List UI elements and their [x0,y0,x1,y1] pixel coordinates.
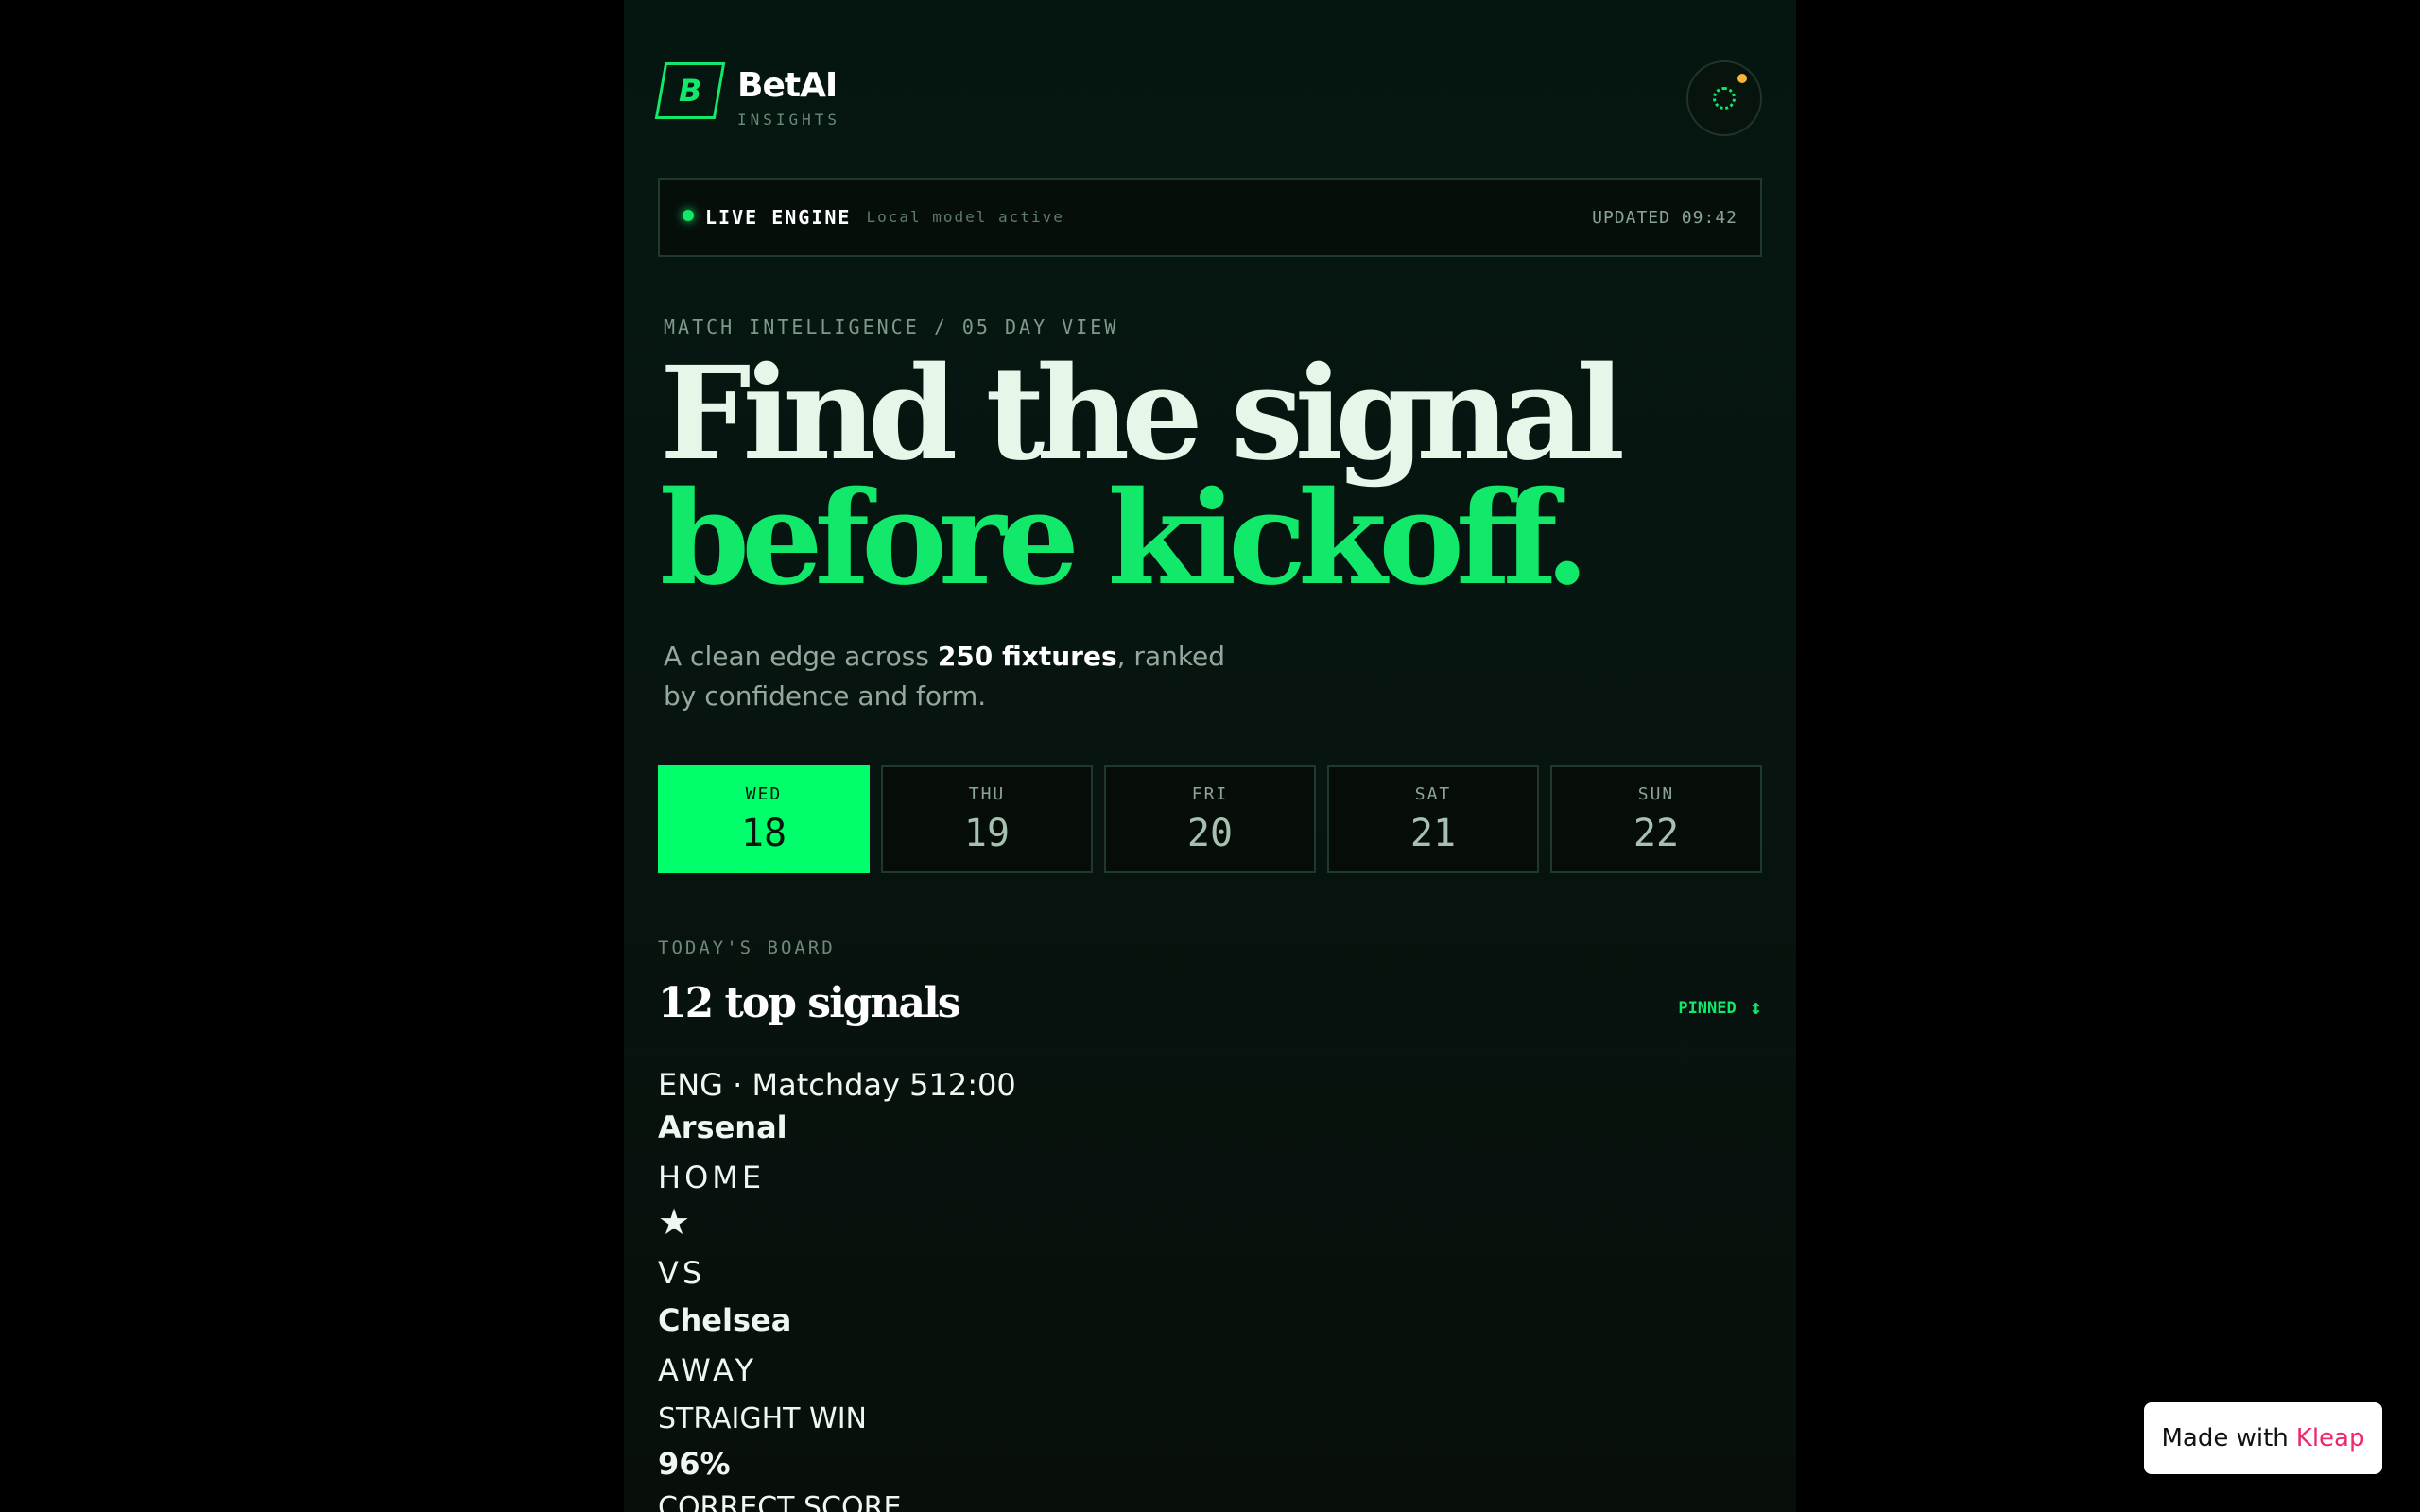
engine-status-bar: LIVE ENGINE Local model active UPDATED 0… [658,178,1762,257]
day-tab-thu[interactable]: THU 19 [881,765,1093,873]
day-number: 19 [963,811,1011,855]
live-dot-icon [683,210,694,221]
brand-name: BetAI [737,66,838,105]
board-title: 12 top signals [658,979,961,1027]
made-with-badge[interactable]: Made with Kleap [2144,1402,2382,1474]
day-name: THU [968,783,1006,804]
match-card[interactable]: ENG · Matchday 512:00 Arsenal HOME ★ VS … [658,1064,1016,1512]
hero-lede: A clean edge across 250 fixtures, ranked… [664,637,1250,716]
day-number: 21 [1409,811,1457,855]
home-team: Arsenal [658,1109,787,1145]
confidence-value: 96% [658,1446,731,1482]
sort-label: PINNED [1678,998,1737,1018]
badge-prefix: Made with [2161,1424,2289,1452]
away-label: AWAY [658,1352,757,1388]
day-tab-fri[interactable]: FRI 20 [1104,765,1316,873]
status-button[interactable] [1686,60,1762,136]
lede-bold: 250 fixtures [937,641,1117,672]
board-label: TODAY'S BOARD [658,937,836,958]
hero-kicker: MATCH INTELLIGENCE / 05 DAY VIEW [664,316,1119,338]
badge-brand: Kleap [2295,1424,2365,1452]
brand[interactable]: B BetAI INSIGHTS [654,62,840,129]
sort-arrows-icon: ↕ [1749,996,1762,1020]
away-team: Chelsea [658,1302,792,1338]
day-name: SUN [1637,783,1675,804]
pick-type-2: CORRECT SCORE [658,1491,902,1512]
brand-subtitle: INSIGHTS [737,111,841,129]
day-name: WED [745,783,783,804]
app-column: B BetAI INSIGHTS LIVE ENGINE Local model… [624,0,1796,1512]
day-number: 20 [1186,811,1234,855]
engine-updated: UPDATED 09:42 [1592,207,1737,228]
logo-icon: B [654,62,726,119]
match-meta: ENG · Matchday 512:00 [658,1067,1016,1103]
brand-text: BetAI INSIGHTS [737,66,840,129]
logo-letter: B [678,73,702,109]
day-tab-sat[interactable]: SAT 21 [1327,765,1539,873]
engine-title: LIVE ENGINE [705,206,852,229]
engine-subtitle: Local model active [866,207,1064,226]
loading-ring-icon [1713,87,1736,110]
day-number: 22 [1633,811,1680,855]
day-number: 18 [740,811,787,855]
lede-prefix: A clean edge across [664,641,938,672]
home-label: HOME [658,1160,766,1195]
hero-headline: Find the signal before kickoff. [660,338,1625,614]
pick-type: STRAIGHT WIN [658,1402,867,1435]
day-name: FRI [1191,783,1229,804]
day-selector: WED 18 THU 19 FRI 20 SAT 21 SUN 22 [658,765,1762,873]
star-icon[interactable]: ★ [658,1204,1016,1240]
notification-dot [1737,74,1747,83]
day-tab-sun[interactable]: SUN 22 [1550,765,1762,873]
sort-pinned-button[interactable]: PINNED ↕ [1678,996,1762,1020]
headline-line-2: before kickoff. [660,463,1590,614]
day-tab-wed[interactable]: WED 18 [658,765,870,873]
vs-label: VS [658,1255,706,1291]
day-name: SAT [1414,783,1452,804]
headline-line-1: Find the signal [660,338,1625,490]
